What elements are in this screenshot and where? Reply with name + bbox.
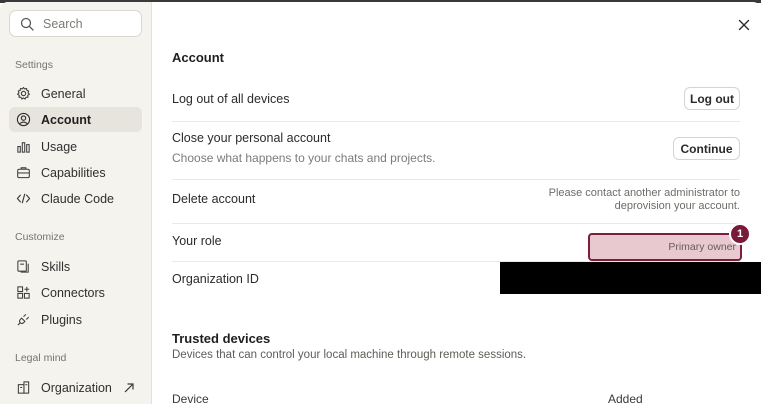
sidebar-item-label: Claude Code <box>41 191 114 206</box>
sidebar-item-organization[interactable]: Organization <box>9 375 142 400</box>
sidebar-item-label: Account <box>41 112 91 127</box>
note-line-1: Please contact another administrator to <box>548 187 740 199</box>
code-icon <box>16 191 31 206</box>
close-icon <box>738 19 750 31</box>
divider <box>172 121 740 122</box>
search-input[interactable]: Search <box>9 10 142 37</box>
search-icon <box>20 17 34 31</box>
sidebar-item-general[interactable]: General <box>9 81 142 106</box>
continue-button[interactable]: Continue <box>673 137 740 160</box>
connectors-icon <box>16 285 31 300</box>
note-line-2: deprovision your account. <box>614 200 740 212</box>
sidebar-item-label: Usage <box>41 139 78 154</box>
delete-account-note: Please contact another administrator to … <box>510 187 740 213</box>
sidebar-item-usage[interactable]: Usage <box>9 134 142 159</box>
external-link-icon <box>123 381 135 399</box>
section-label-settings: Settings <box>15 59 53 71</box>
sidebar-item-capabilities[interactable]: Capabilities <box>9 160 142 185</box>
sidebar: Search Settings General Account Usage Ca… <box>0 2 152 404</box>
sidebar-item-label: Organization <box>41 380 112 395</box>
search-placeholder: Search <box>43 16 83 31</box>
trusted-devices-description: Devices that can control your local mach… <box>172 349 527 361</box>
role-value: Primary owner <box>668 241 736 253</box>
role-value-highlight[interactable]: Primary owner <box>588 233 742 261</box>
close-button[interactable] <box>736 17 752 33</box>
page-title: Account <box>172 50 224 65</box>
gear-icon <box>16 86 31 101</box>
org-id-label: Organization ID <box>172 272 259 286</box>
briefcase-icon <box>16 165 31 180</box>
sidebar-item-label: Plugins <box>41 312 82 327</box>
sidebar-item-skills[interactable]: Skills <box>9 254 142 279</box>
divider <box>172 223 740 224</box>
sidebar-item-label: Connectors <box>41 285 105 300</box>
redacted-org-id <box>500 262 761 294</box>
column-header-device: Device <box>172 392 209 404</box>
role-label: Your role <box>172 234 222 248</box>
settings-window: Search Settings General Account Usage Ca… <box>0 2 761 404</box>
trusted-devices-title: Trusted devices <box>172 331 271 346</box>
column-header-added: Added <box>608 392 643 404</box>
user-circle-icon <box>16 112 31 127</box>
sidebar-item-connectors[interactable]: Connectors <box>9 280 142 305</box>
organization-icon <box>16 380 31 395</box>
plug-icon <box>16 312 31 327</box>
section-label-legal: Legal mind <box>15 352 67 364</box>
bar-chart-icon <box>16 139 31 154</box>
sidebar-item-label: General <box>41 86 86 101</box>
logout-button[interactable]: Log out <box>684 87 740 110</box>
sidebar-item-plugins[interactable]: Plugins <box>9 307 142 332</box>
close-account-label: Close your personal account <box>172 131 331 145</box>
sidebar-item-account[interactable]: Account <box>9 107 142 132</box>
section-label-customize: Customize <box>15 231 65 243</box>
divider <box>172 179 740 180</box>
close-account-description: Choose what happens to your chats and pr… <box>172 151 436 165</box>
delete-account-label: Delete account <box>172 192 256 206</box>
sidebar-item-label: Skills <box>41 259 71 274</box>
skills-icon <box>16 259 31 274</box>
sidebar-item-label: Capabilities <box>41 165 106 180</box>
sidebar-item-claude-code[interactable]: Claude Code <box>9 186 142 211</box>
logout-all-label: Log out of all devices <box>172 92 290 106</box>
annotation-badge: 1 <box>729 223 751 245</box>
